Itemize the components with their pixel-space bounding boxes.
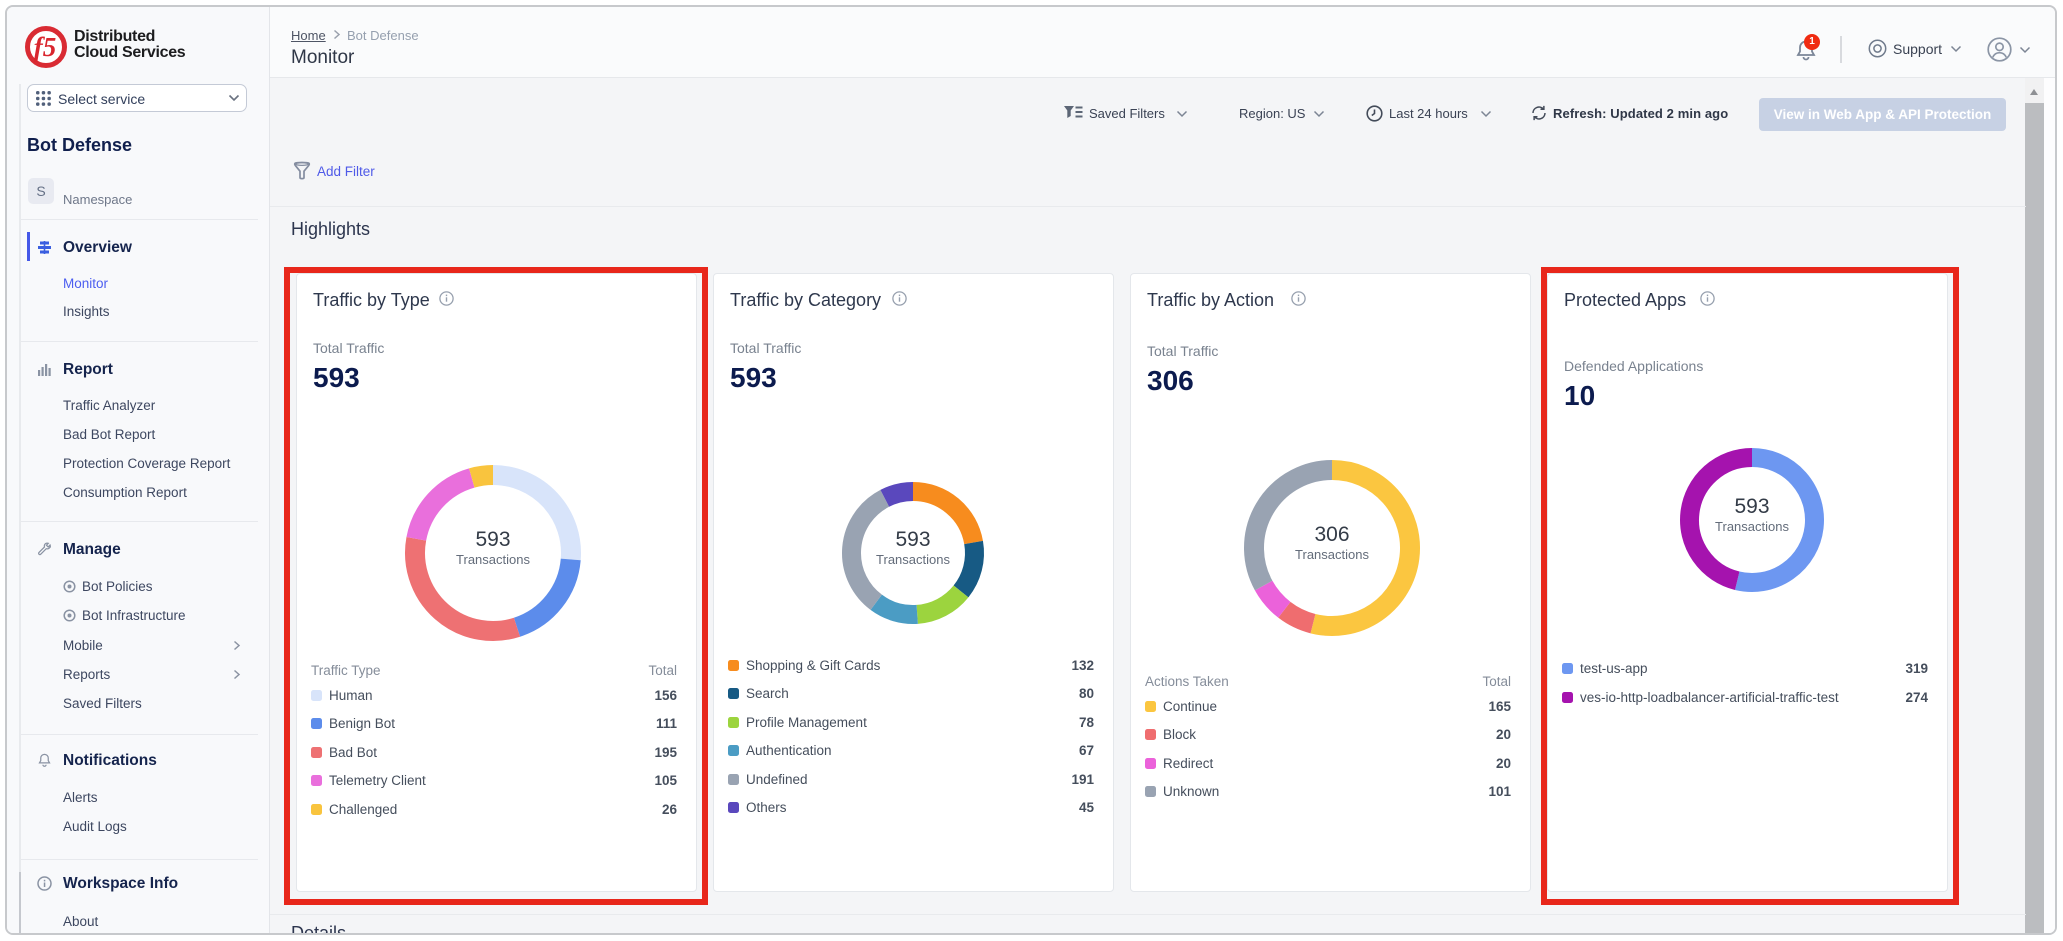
- svg-text:f5: f5: [34, 32, 57, 62]
